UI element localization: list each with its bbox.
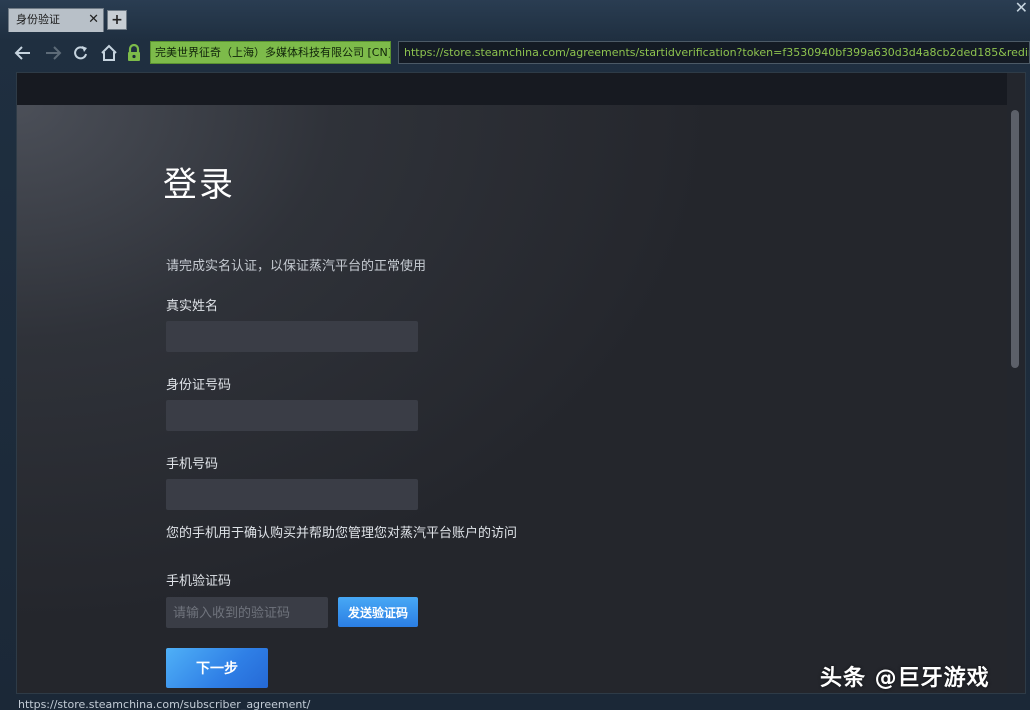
- id-number-label: 身份证号码: [166, 378, 232, 393]
- verification-form-area: 登录 请完成实名认证，以保证蒸汽平台的正常使用 真实姓名 身份证号码 手机号码 …: [17, 105, 1009, 693]
- next-step-button[interactable]: 下一步: [166, 648, 268, 688]
- tab-identity-verification[interactable]: 身份验证 ✕: [8, 8, 104, 32]
- browser-window: 身份验证 ✕ + ✕ 完美世界征奇（上海）多媒体科技有限公司 [CN] http…: [0, 0, 1030, 710]
- new-tab-button[interactable]: +: [107, 10, 127, 30]
- vertical-scrollbar[interactable]: [1007, 73, 1025, 693]
- window-close-icon[interactable]: ✕: [1015, 0, 1028, 17]
- forward-icon[interactable]: [42, 42, 64, 64]
- reload-icon[interactable]: [70, 42, 92, 64]
- status-bar-url: https://store.steamchina.com/subscriber_…: [18, 698, 311, 710]
- sms-code-label: 手机验证码: [166, 574, 232, 589]
- back-icon[interactable]: [12, 42, 34, 64]
- phone-help-text: 您的手机用于确认购买并帮助您管理您对蒸汽平台账户的访问: [166, 526, 518, 541]
- tab-title: 身份验证: [16, 13, 60, 26]
- phone-number-input[interactable]: [166, 479, 418, 510]
- form-subtitle: 请完成实名认证，以保证蒸汽平台的正常使用: [166, 259, 427, 274]
- real-name-input[interactable]: [166, 321, 418, 352]
- page-viewport: 登录 请完成实名认证，以保证蒸汽平台的正常使用 真实姓名 身份证号码 手机号码 …: [16, 72, 1026, 694]
- id-number-input[interactable]: [166, 400, 418, 431]
- watermark-text: 头条 @巨牙游戏: [820, 666, 990, 691]
- page-top-bar: [17, 73, 1009, 105]
- page-title: 登录: [163, 165, 235, 205]
- certificate-badge[interactable]: 完美世界征奇（上海）多媒体科技有限公司 [CN]: [150, 41, 391, 64]
- sms-code-input[interactable]: [166, 597, 328, 628]
- real-name-label: 真实姓名: [166, 299, 219, 314]
- lock-icon: [123, 42, 145, 64]
- tab-close-icon[interactable]: ✕: [88, 9, 99, 31]
- phone-number-label: 手机号码: [166, 457, 219, 472]
- home-icon[interactable]: [98, 42, 120, 64]
- scrollbar-thumb[interactable]: [1011, 110, 1019, 368]
- send-code-button[interactable]: 发送验证码: [338, 597, 418, 627]
- address-bar[interactable]: https://store.steamchina.com/agreements/…: [398, 41, 1030, 64]
